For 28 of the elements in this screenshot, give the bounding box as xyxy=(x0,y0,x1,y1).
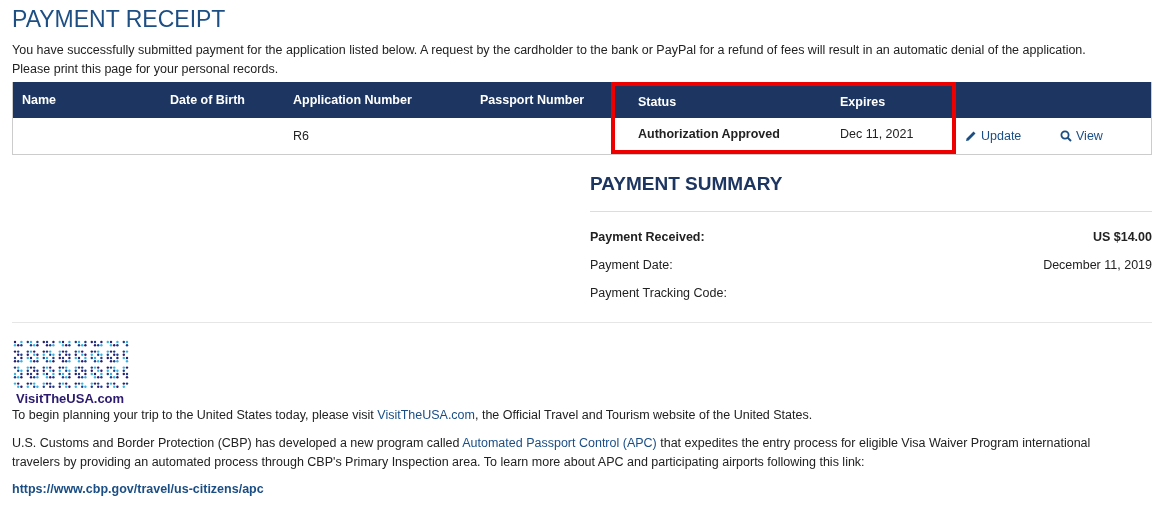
summary-label: Payment Tracking Code: xyxy=(590,286,727,302)
summary-label: Payment Date: xyxy=(590,258,673,274)
table-cell: R6 xyxy=(293,129,309,143)
summary-value: December 11, 2019 xyxy=(1043,258,1152,274)
column-header: Date of Birth xyxy=(169,92,246,109)
footer-text: U.S. Customs and Border Protection (CBP) has developed a new program called Automated Passport Control (APC) that expedites the entry process for eligible Visa Waiver Program international travelers by providing an automated process through CBP's Primary Inspection area. To learn more about APC and participating airports following this link: xyxy=(12,435,1092,471)
column-header: Name xyxy=(21,92,58,109)
pencil-icon xyxy=(965,130,977,142)
column-header: Expires xyxy=(831,82,956,118)
column-header: Passport Number xyxy=(479,92,586,109)
column-header: Application Number xyxy=(292,92,413,109)
view-link[interactable]: View xyxy=(1060,129,1103,143)
table-cell: Dec 11, 2021 xyxy=(840,127,914,141)
footer-text: To begin planning your trip to the United States today, please visit VisitTheUSA.com, the Official Travel and Tourism website of the United States. xyxy=(12,407,814,424)
search-icon xyxy=(1060,130,1072,142)
intro-text: Please print this page for your personal records. xyxy=(12,61,280,78)
column-header: Status xyxy=(611,82,831,118)
section-title: PAYMENT SUMMARY xyxy=(590,173,784,195)
text-link[interactable]: Automated Passport Control (APC) xyxy=(462,436,657,450)
update-link[interactable]: Update xyxy=(965,129,1022,143)
summary-value: US $14.00 xyxy=(1092,230,1152,246)
table-cell: Authorization Approved xyxy=(638,127,780,141)
intro-text: You have successfully submitted payment for the application listed below. A request by the cardholder to the bank or PayPal for a refund of fees will result in an automatic denial of the application. xyxy=(12,42,1087,59)
summary-label: Payment Received: xyxy=(590,230,705,246)
text-link[interactable]: VisitTheUSA.com xyxy=(377,408,475,422)
page-title: PAYMENT RECEIPT xyxy=(12,6,226,33)
url-link[interactable]: https://www.cbp.gov/travel/us-citizens/apc xyxy=(12,482,264,496)
logo-text: VisitTheUSA.com xyxy=(16,391,125,406)
